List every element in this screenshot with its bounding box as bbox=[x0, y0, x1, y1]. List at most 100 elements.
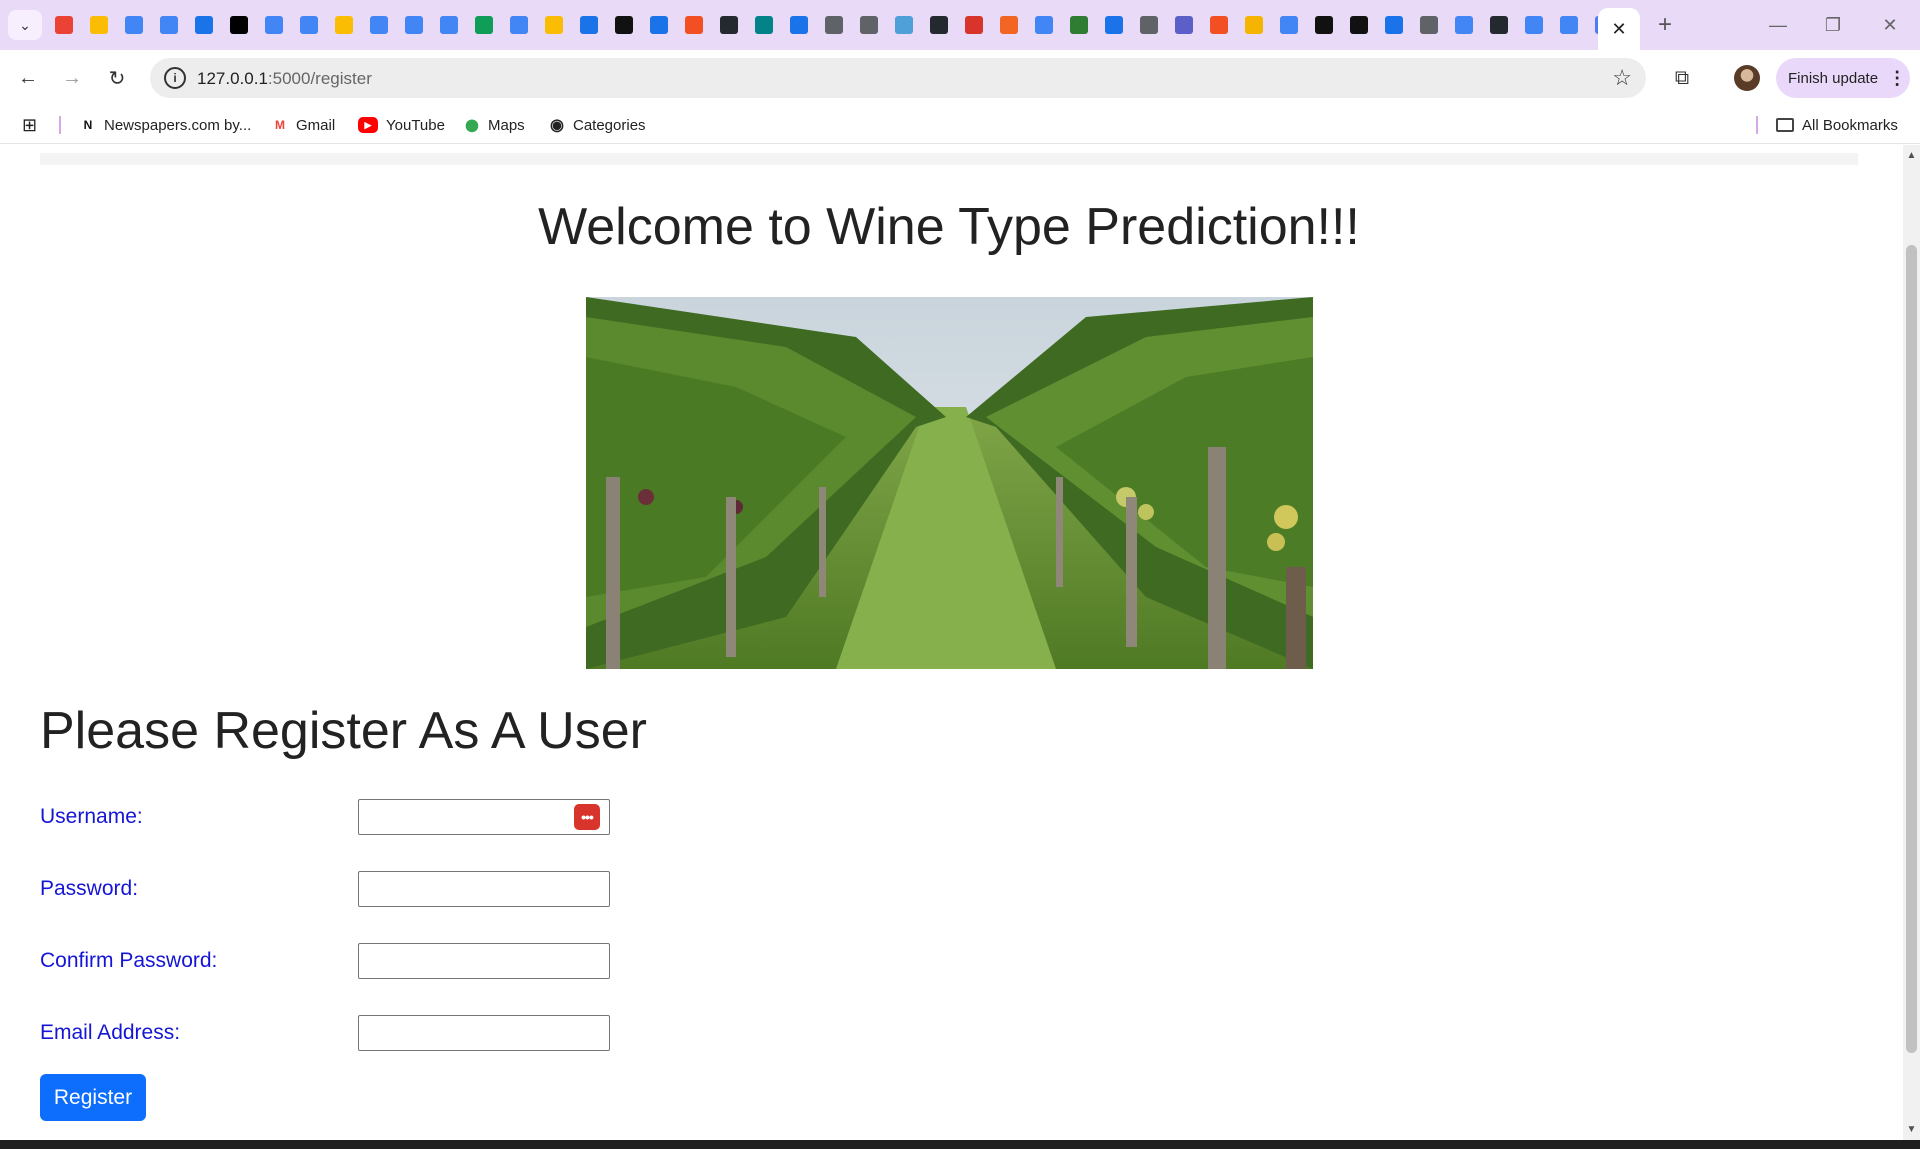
chevron-down-icon: ⌄ bbox=[19, 16, 31, 33]
microsoft-icon bbox=[1210, 16, 1228, 34]
bookmark-newspapers[interactable]: N Newspapers.com by... bbox=[80, 114, 252, 136]
browser-tab[interactable] bbox=[575, 12, 603, 38]
map-pin-icon: ⬤ bbox=[465, 118, 479, 132]
bookmark-gmail[interactable]: M Gmail bbox=[272, 114, 335, 136]
browser-tab[interactable] bbox=[1065, 12, 1093, 38]
browser-tab[interactable] bbox=[750, 12, 778, 38]
bookmark-youtube[interactable]: ▶ YouTube bbox=[358, 114, 445, 136]
browser-tab[interactable] bbox=[1310, 12, 1338, 38]
browser-tab[interactable] bbox=[1240, 12, 1268, 38]
new-tab-button[interactable]: + bbox=[1652, 11, 1678, 38]
email-input[interactable] bbox=[358, 1015, 610, 1051]
site-info-icon[interactable]: i bbox=[164, 67, 186, 89]
browser-tab[interactable] bbox=[1380, 12, 1408, 38]
browser-tab[interactable] bbox=[925, 12, 953, 38]
browser-tab[interactable] bbox=[1205, 12, 1233, 38]
password-input[interactable] bbox=[358, 871, 610, 907]
medium-icon bbox=[230, 16, 248, 34]
a-icon bbox=[650, 16, 668, 34]
url-text[interactable]: 127.0.0.1:5000/register bbox=[197, 69, 372, 89]
back-button[interactable]: ← bbox=[12, 62, 44, 94]
browser-tab[interactable] bbox=[400, 12, 428, 38]
scroll-up-icon[interactable]: ▲ bbox=[1903, 147, 1920, 164]
browser-tab[interactable] bbox=[470, 12, 498, 38]
bookmark-label: Newspapers.com by... bbox=[104, 116, 252, 134]
close-window-button[interactable]: ✕ bbox=[1870, 10, 1910, 40]
youtube-icon: ▶ bbox=[358, 117, 378, 133]
username-input[interactable] bbox=[358, 799, 610, 835]
browser-tab[interactable] bbox=[330, 12, 358, 38]
browser-tab[interactable] bbox=[295, 12, 323, 38]
active-tab[interactable]: ✕ bbox=[1598, 8, 1640, 50]
all-bookmarks-button[interactable]: All Bookmarks bbox=[1776, 114, 1898, 136]
close-icon[interactable]: ✕ bbox=[1611, 19, 1626, 40]
browser-tab[interactable] bbox=[1275, 12, 1303, 38]
browser-tab[interactable] bbox=[365, 12, 393, 38]
page-title: Welcome to Wine Type Prediction!!! bbox=[538, 198, 1360, 256]
browser-tab[interactable] bbox=[680, 12, 708, 38]
confirm-password-input[interactable] bbox=[358, 943, 610, 979]
c-icon bbox=[615, 16, 633, 34]
browser-tab[interactable] bbox=[85, 12, 113, 38]
scroll-thumb[interactable] bbox=[1906, 245, 1917, 1053]
browser-tab[interactable] bbox=[1450, 12, 1478, 38]
page-scrollbar[interactable]: ▲ ▼ bbox=[1903, 145, 1920, 1140]
browser-tab[interactable] bbox=[505, 12, 533, 38]
reload-button[interactable]: ↻ bbox=[101, 62, 133, 94]
browser-tab[interactable] bbox=[435, 12, 463, 38]
profile-avatar[interactable] bbox=[1734, 65, 1760, 91]
browser-tab[interactable] bbox=[1170, 12, 1198, 38]
browser-tab[interactable] bbox=[1555, 12, 1583, 38]
github-icon bbox=[720, 16, 738, 34]
docs-icon bbox=[405, 16, 423, 34]
browser-tab[interactable] bbox=[890, 12, 918, 38]
browser-tab[interactable] bbox=[190, 12, 218, 38]
docs-icon bbox=[300, 16, 318, 34]
apps-grid-button[interactable]: ⊞ bbox=[22, 114, 37, 136]
register-heading: Please Register As A User bbox=[40, 702, 647, 760]
browser-tab[interactable] bbox=[540, 12, 568, 38]
google-icon bbox=[1525, 16, 1543, 34]
bookmark-label: Maps bbox=[488, 116, 525, 134]
forward-button[interactable]: → bbox=[56, 62, 88, 94]
bookmark-star-icon[interactable]: ☆ bbox=[1612, 65, 1632, 91]
scroll-down-icon[interactable]: ▼ bbox=[1903, 1121, 1920, 1138]
browser-tab[interactable] bbox=[1030, 12, 1058, 38]
globe-icon: ◉ bbox=[550, 117, 564, 134]
bookmark-categories[interactable]: ◉ Categories bbox=[549, 114, 646, 136]
browser-tab[interactable] bbox=[1345, 12, 1373, 38]
page-viewport: Welcome to Wine Type Prediction!!! Pleas… bbox=[0, 145, 1903, 1140]
browser-tab[interactable] bbox=[855, 12, 883, 38]
browser-tab[interactable] bbox=[960, 12, 988, 38]
browser-tab[interactable] bbox=[155, 12, 183, 38]
browser-tab[interactable] bbox=[120, 12, 148, 38]
browser-tab[interactable] bbox=[820, 12, 848, 38]
password-manager-icon[interactable]: ••• bbox=[574, 804, 600, 830]
browser-tab[interactable] bbox=[645, 12, 673, 38]
restore-button[interactable]: ❐ bbox=[1813, 10, 1853, 40]
address-bar[interactable]: i 127.0.0.1:5000/register ☆ bbox=[150, 58, 1646, 98]
google-icon bbox=[1455, 16, 1473, 34]
minimize-button[interactable]: — bbox=[1758, 10, 1798, 40]
browser-tab[interactable] bbox=[715, 12, 743, 38]
browser-tab[interactable] bbox=[225, 12, 253, 38]
finish-update-label: Finish update bbox=[1788, 69, 1879, 87]
tree-icon bbox=[1070, 16, 1088, 34]
browser-tab[interactable] bbox=[260, 12, 288, 38]
browser-tab[interactable] bbox=[50, 12, 78, 38]
browser-tab[interactable] bbox=[1100, 12, 1128, 38]
browser-tab[interactable] bbox=[785, 12, 813, 38]
finish-update-button[interactable]: Finish update ⋮ bbox=[1776, 58, 1910, 98]
browser-tab[interactable] bbox=[1135, 12, 1163, 38]
browser-tab[interactable] bbox=[610, 12, 638, 38]
tab-search-button[interactable]: ⌄ bbox=[8, 10, 42, 40]
register-button[interactable]: Register bbox=[40, 1074, 146, 1121]
browser-tab[interactable] bbox=[1415, 12, 1443, 38]
arrow-left-icon: ← bbox=[18, 66, 38, 89]
browser-tab[interactable] bbox=[1485, 12, 1513, 38]
apps-grid-icon: ⊞ bbox=[22, 114, 38, 135]
extensions-button[interactable]: ⧉ bbox=[1666, 62, 1698, 94]
browser-tab[interactable] bbox=[995, 12, 1023, 38]
browser-tab[interactable] bbox=[1520, 12, 1548, 38]
bookmark-maps[interactable]: ⬤ Maps bbox=[464, 114, 525, 136]
